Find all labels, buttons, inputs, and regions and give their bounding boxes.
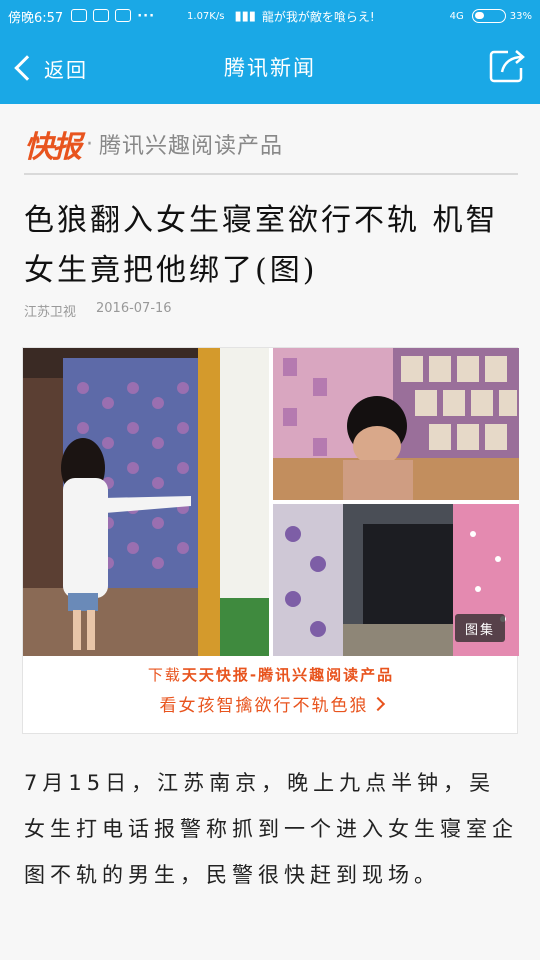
- media-card[interactable]: 图集 下载天天快报-腾讯兴趣阅读产品 看女孩智擒欲行不轨色狼: [22, 347, 519, 734]
- share-icon: [489, 50, 525, 83]
- article-date: 2016-07-16: [96, 301, 172, 316]
- article-meta: 江苏卫视 2016-07-16: [24, 301, 172, 320]
- battery-icon: [471, 9, 506, 23]
- article-content[interactable]: 快报 · 腾讯兴趣阅读产品 色狼翻入女生寝室欲行不轨 机智女生竟把他绑了(图) …: [0, 104, 540, 960]
- photo-girl-in-room-image: [23, 348, 269, 656]
- app-promo[interactable]: 下载天天快报-腾讯兴趣阅读产品 看女孩智擒欲行不轨色狼: [23, 664, 519, 716]
- brand-header: 快报 · 腾讯兴趣阅读产品: [24, 122, 283, 166]
- photo-girl-in-room[interactable]: [23, 348, 269, 656]
- nav-title: 腾讯新闻: [224, 56, 316, 80]
- share-button[interactable]: [488, 48, 526, 84]
- chat-icon: [115, 8, 132, 22]
- more-notifications-icon: ···: [137, 8, 156, 24]
- brand-separator: ·: [86, 131, 93, 157]
- photo-man-crying-image: [273, 348, 519, 500]
- network-speed: 1.07K/s: [187, 10, 225, 22]
- qq-icon: [93, 8, 110, 22]
- carrier-name: 龍が我が敵を喰らえ!: [261, 9, 375, 24]
- article-source: 江苏卫视: [24, 305, 77, 320]
- article-headline: 色狼翻入女生寝室欲行不轨 机智女生竟把他绑了(图): [24, 203, 499, 288]
- photo-window[interactable]: 图集: [273, 504, 519, 656]
- signal-icon: ▮▮▮: [234, 8, 256, 24]
- status-time: 傍晚6:57: [8, 10, 64, 26]
- promo-link[interactable]: 看女孩智擒欲行不轨色狼: [23, 691, 519, 716]
- notification-icons: ···: [71, 8, 156, 24]
- network-type: 4G: [449, 10, 464, 22]
- battery-level: [474, 12, 484, 19]
- nav-bar: 返回 腾讯新闻: [0, 32, 540, 104]
- download-app-name: 天天快报-腾讯兴趣阅读产品: [181, 666, 395, 684]
- app-notification-icon: [71, 8, 88, 22]
- kuaibao-logo: 快报: [24, 130, 82, 165]
- download-promo[interactable]: 下载天天快报-腾讯兴趣阅读产品: [23, 664, 519, 685]
- promo-link-text: 看女孩智擒欲行不轨色狼: [159, 696, 369, 716]
- battery-percent: 33%: [509, 10, 532, 22]
- gallery-button[interactable]: 图集: [455, 614, 505, 642]
- image-gallery[interactable]: 图集: [23, 348, 519, 656]
- chevron-right-icon: [370, 696, 385, 712]
- article-body: 7月15日，江苏南京，晚上九点半钟，吴女生打电话报警称抓到一个进入女生寝室企图不…: [24, 771, 518, 887]
- photo-man-crying[interactable]: [273, 348, 519, 500]
- brand-tagline: 腾讯兴趣阅读产品: [99, 134, 284, 159]
- download-prefix: 下载: [147, 666, 182, 684]
- status-bar: 傍晚6:57 ··· 1.07K/s ▮▮▮ 龍が我が敵を喰らえ! 4G 33%: [0, 0, 540, 32]
- divider: [24, 173, 518, 175]
